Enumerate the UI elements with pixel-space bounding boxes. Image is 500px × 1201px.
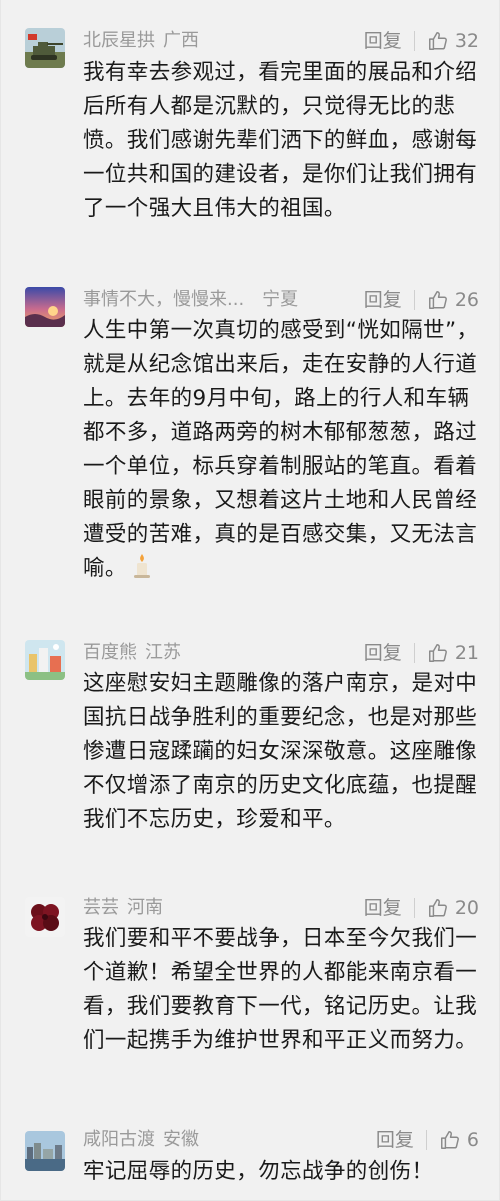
comment-meta: 芸芸 河南 bbox=[83, 895, 163, 921]
reply-button[interactable]: 回复 bbox=[364, 28, 402, 54]
divider bbox=[413, 290, 415, 310]
candle-emoji bbox=[133, 553, 151, 579]
username[interactable]: 咸阳古渡 bbox=[83, 1129, 155, 1150]
comment-meta: 事情不大，慢慢来... 宁夏 bbox=[83, 287, 298, 313]
comment-actions: 回复 20 bbox=[364, 895, 479, 921]
sunset-avatar-icon[interactable] bbox=[25, 287, 65, 327]
tank-avatar-icon[interactable] bbox=[25, 28, 65, 68]
like-count: 26 bbox=[454, 289, 479, 311]
region-label: 河南 bbox=[127, 897, 163, 918]
comment-text: 人生中第一次真切的感受到“恍如隔世”，就是从纪念馆出来后，走在安静的人行道上。去… bbox=[83, 314, 481, 586]
comment-text-content: 人生中第一次真切的感受到“恍如隔世”，就是从纪念馆出来后，走在安静的人行道上。去… bbox=[83, 318, 479, 581]
thumbs-up-icon[interactable] bbox=[427, 289, 449, 311]
thumbs-up-icon[interactable] bbox=[427, 642, 449, 664]
harbor-avatar-icon[interactable] bbox=[25, 1131, 65, 1171]
like-count: 32 bbox=[454, 30, 479, 52]
username[interactable]: 北辰星拱 bbox=[83, 30, 155, 51]
divider bbox=[413, 643, 415, 663]
reply-button[interactable]: 回复 bbox=[364, 640, 402, 666]
flower-avatar-icon[interactable] bbox=[25, 897, 65, 937]
comment-text: 我们要和平不要战争，日本至今欠我们一个道歉！希望全世界的人都能来南京看一看，我们… bbox=[83, 926, 478, 1053]
comment-meta: 百度熊 江苏 bbox=[83, 640, 181, 666]
reply-button[interactable]: 回复 bbox=[376, 1127, 414, 1153]
like-count: 21 bbox=[454, 642, 479, 664]
divider bbox=[413, 898, 415, 918]
comment-meta: 咸阳古渡 安徽 bbox=[83, 1127, 199, 1153]
divider bbox=[425, 1130, 427, 1150]
comment-text: 我有幸去参观过，看完里面的展品和介绍后所有人都是沉默的，只觉得无比的悲愤。我们感… bbox=[83, 60, 478, 221]
comment-actions: 回复 6 bbox=[376, 1127, 479, 1153]
comment-actions: 回复 32 bbox=[364, 28, 479, 54]
region-label: 广西 bbox=[163, 30, 199, 51]
thumbs-up-icon[interactable] bbox=[439, 1129, 461, 1151]
username[interactable]: 事情不大，慢慢来... bbox=[83, 289, 244, 310]
city-avatar-icon[interactable] bbox=[25, 640, 65, 680]
region-label: 宁夏 bbox=[262, 289, 299, 310]
comment-text: 这座慰安妇主题雕像的落户南京，是对中国抗日战争胜利的重要纪念，也是对那些惨遭日寇… bbox=[83, 671, 478, 832]
divider bbox=[413, 31, 415, 51]
comment-actions: 回复 26 bbox=[364, 287, 479, 313]
thumbs-up-icon[interactable] bbox=[427, 897, 449, 919]
like-count: 20 bbox=[454, 897, 479, 919]
like-count: 6 bbox=[466, 1129, 479, 1151]
comment-actions: 回复 21 bbox=[364, 640, 479, 666]
username[interactable]: 百度熊 bbox=[83, 642, 137, 663]
region-label: 江苏 bbox=[145, 642, 181, 663]
comment-text: 牢记屈辱的历史，勿忘战争的创伤！ bbox=[83, 1159, 434, 1184]
region-label: 安徽 bbox=[163, 1129, 199, 1150]
reply-button[interactable]: 回复 bbox=[364, 895, 402, 921]
reply-button[interactable]: 回复 bbox=[364, 287, 402, 313]
comment-meta: 北辰星拱 广西 bbox=[83, 28, 199, 54]
comment-list: 北辰星拱 广西 回复 32 我有幸去参观过，看完里面的展品和介绍后所有人都是沉默的… bbox=[0, 0, 500, 1201]
thumbs-up-icon[interactable] bbox=[427, 30, 449, 52]
username[interactable]: 芸芸 bbox=[83, 897, 119, 918]
